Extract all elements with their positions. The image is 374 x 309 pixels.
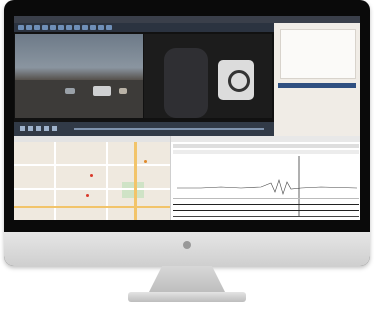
steering-wheel: [218, 60, 254, 100]
forward-icon[interactable]: [52, 126, 57, 131]
graph-track: [173, 198, 359, 199]
sensor-waveform: [177, 156, 358, 216]
map-road: [54, 142, 56, 220]
selected-row[interactable]: [278, 83, 356, 88]
seek-bar[interactable]: [74, 128, 264, 130]
graph-track: [173, 204, 359, 205]
location-pin-icon[interactable]: [90, 174, 93, 177]
pause-icon[interactable]: [36, 126, 41, 131]
map-road: [14, 164, 170, 166]
stop-icon[interactable]: [44, 126, 49, 131]
car-image: [65, 88, 75, 94]
chart-icon[interactable]: [74, 25, 80, 30]
window-titlebar: [14, 16, 360, 23]
map-panel-title: [14, 136, 170, 142]
graph-track: [173, 216, 359, 217]
monitor-chin: [4, 232, 370, 266]
car-image: [93, 86, 111, 96]
rewind-icon[interactable]: [20, 126, 25, 131]
monitor-stand: [148, 266, 226, 294]
front-camera-video[interactable]: [15, 34, 143, 118]
park-area: [122, 182, 144, 198]
monitor-stand-base: [128, 292, 246, 302]
monitor-logo: [183, 241, 191, 249]
map-icon[interactable]: [66, 25, 72, 30]
graph-track: [173, 210, 359, 211]
location-pin-icon[interactable]: [144, 160, 147, 163]
pause-icon[interactable]: [26, 25, 32, 30]
play-icon[interactable]: [18, 25, 24, 30]
folder-icon[interactable]: [42, 25, 48, 30]
cabin-camera-video[interactable]: [144, 34, 272, 118]
car-image: [119, 88, 127, 94]
side-panel: [274, 23, 360, 136]
screen: [14, 16, 360, 220]
file-list[interactable]: [280, 29, 356, 79]
play-icon[interactable]: [28, 126, 33, 131]
video-area: [14, 32, 274, 122]
settings-icon[interactable]: [82, 25, 88, 30]
toolbar: [14, 23, 278, 32]
sensor-graph-panel[interactable]: [170, 136, 360, 220]
map-panel[interactable]: [14, 136, 170, 220]
grid-icon[interactable]: [90, 25, 96, 30]
map-highway: [14, 206, 170, 208]
save-icon[interactable]: [50, 25, 56, 30]
playback-controls: [14, 122, 274, 136]
help-icon[interactable]: [106, 25, 112, 30]
map-road: [106, 142, 108, 220]
driver-seat: [164, 48, 208, 118]
map-road: [14, 188, 170, 190]
layout-icon[interactable]: [98, 25, 104, 30]
map-highway: [134, 142, 137, 220]
location-pin-icon[interactable]: [86, 194, 89, 197]
stop-icon[interactable]: [34, 25, 40, 30]
camera-icon[interactable]: [58, 25, 64, 30]
road-scene: [15, 80, 143, 118]
